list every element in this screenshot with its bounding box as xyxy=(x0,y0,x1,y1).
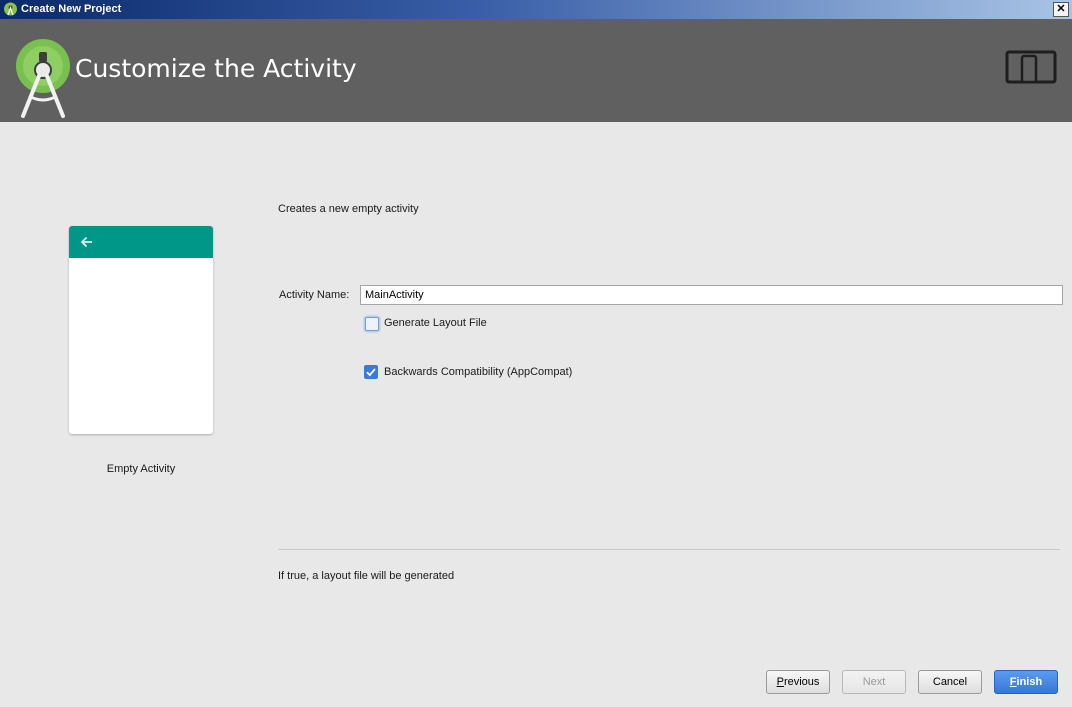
window-titlebar: Create New Project ✕ xyxy=(0,0,1072,19)
activity-preview-card xyxy=(69,226,213,434)
android-studio-small-icon xyxy=(4,2,17,16)
backwards-compat-checkbox[interactable] xyxy=(364,365,378,379)
preview-label: Empty Activity xyxy=(106,463,176,475)
next-button[interactable]: Next xyxy=(842,670,906,694)
previous-button[interactable]: Previous xyxy=(766,670,830,694)
back-arrow-icon xyxy=(80,236,92,248)
activity-name-input[interactable] xyxy=(360,285,1063,305)
generate-layout-label[interactable]: Generate Layout File xyxy=(384,317,487,329)
page-title: Customize the Activity xyxy=(75,54,357,83)
window-title: Create New Project xyxy=(21,3,122,15)
wizard-header: Customize the Activity xyxy=(0,19,1072,122)
preview-app-bar xyxy=(69,226,213,258)
close-icon[interactable]: ✕ xyxy=(1053,2,1069,17)
finish-label-rest: inish xyxy=(1016,676,1043,688)
divider xyxy=(278,549,1060,550)
previous-label-rest: revious xyxy=(783,676,820,688)
backwards-compat-label[interactable]: Backwards Compatibility (AppCompat) xyxy=(384,366,572,378)
previous-mnemonic: P xyxy=(776,676,784,688)
finish-mnemonic: F xyxy=(1009,676,1017,688)
finish-button[interactable]: Finish xyxy=(994,670,1058,694)
template-description: Creates a new empty activity xyxy=(278,203,419,215)
checkmark-icon xyxy=(366,368,376,377)
generate-layout-checkbox[interactable] xyxy=(365,317,379,331)
android-studio-logo-icon xyxy=(16,39,70,118)
tablet-phone-icon xyxy=(1005,50,1057,84)
activity-name-label: Activity Name: xyxy=(279,289,350,301)
cancel-button[interactable]: Cancel xyxy=(918,670,982,694)
help-text: If true, a layout file will be generated xyxy=(278,570,455,582)
